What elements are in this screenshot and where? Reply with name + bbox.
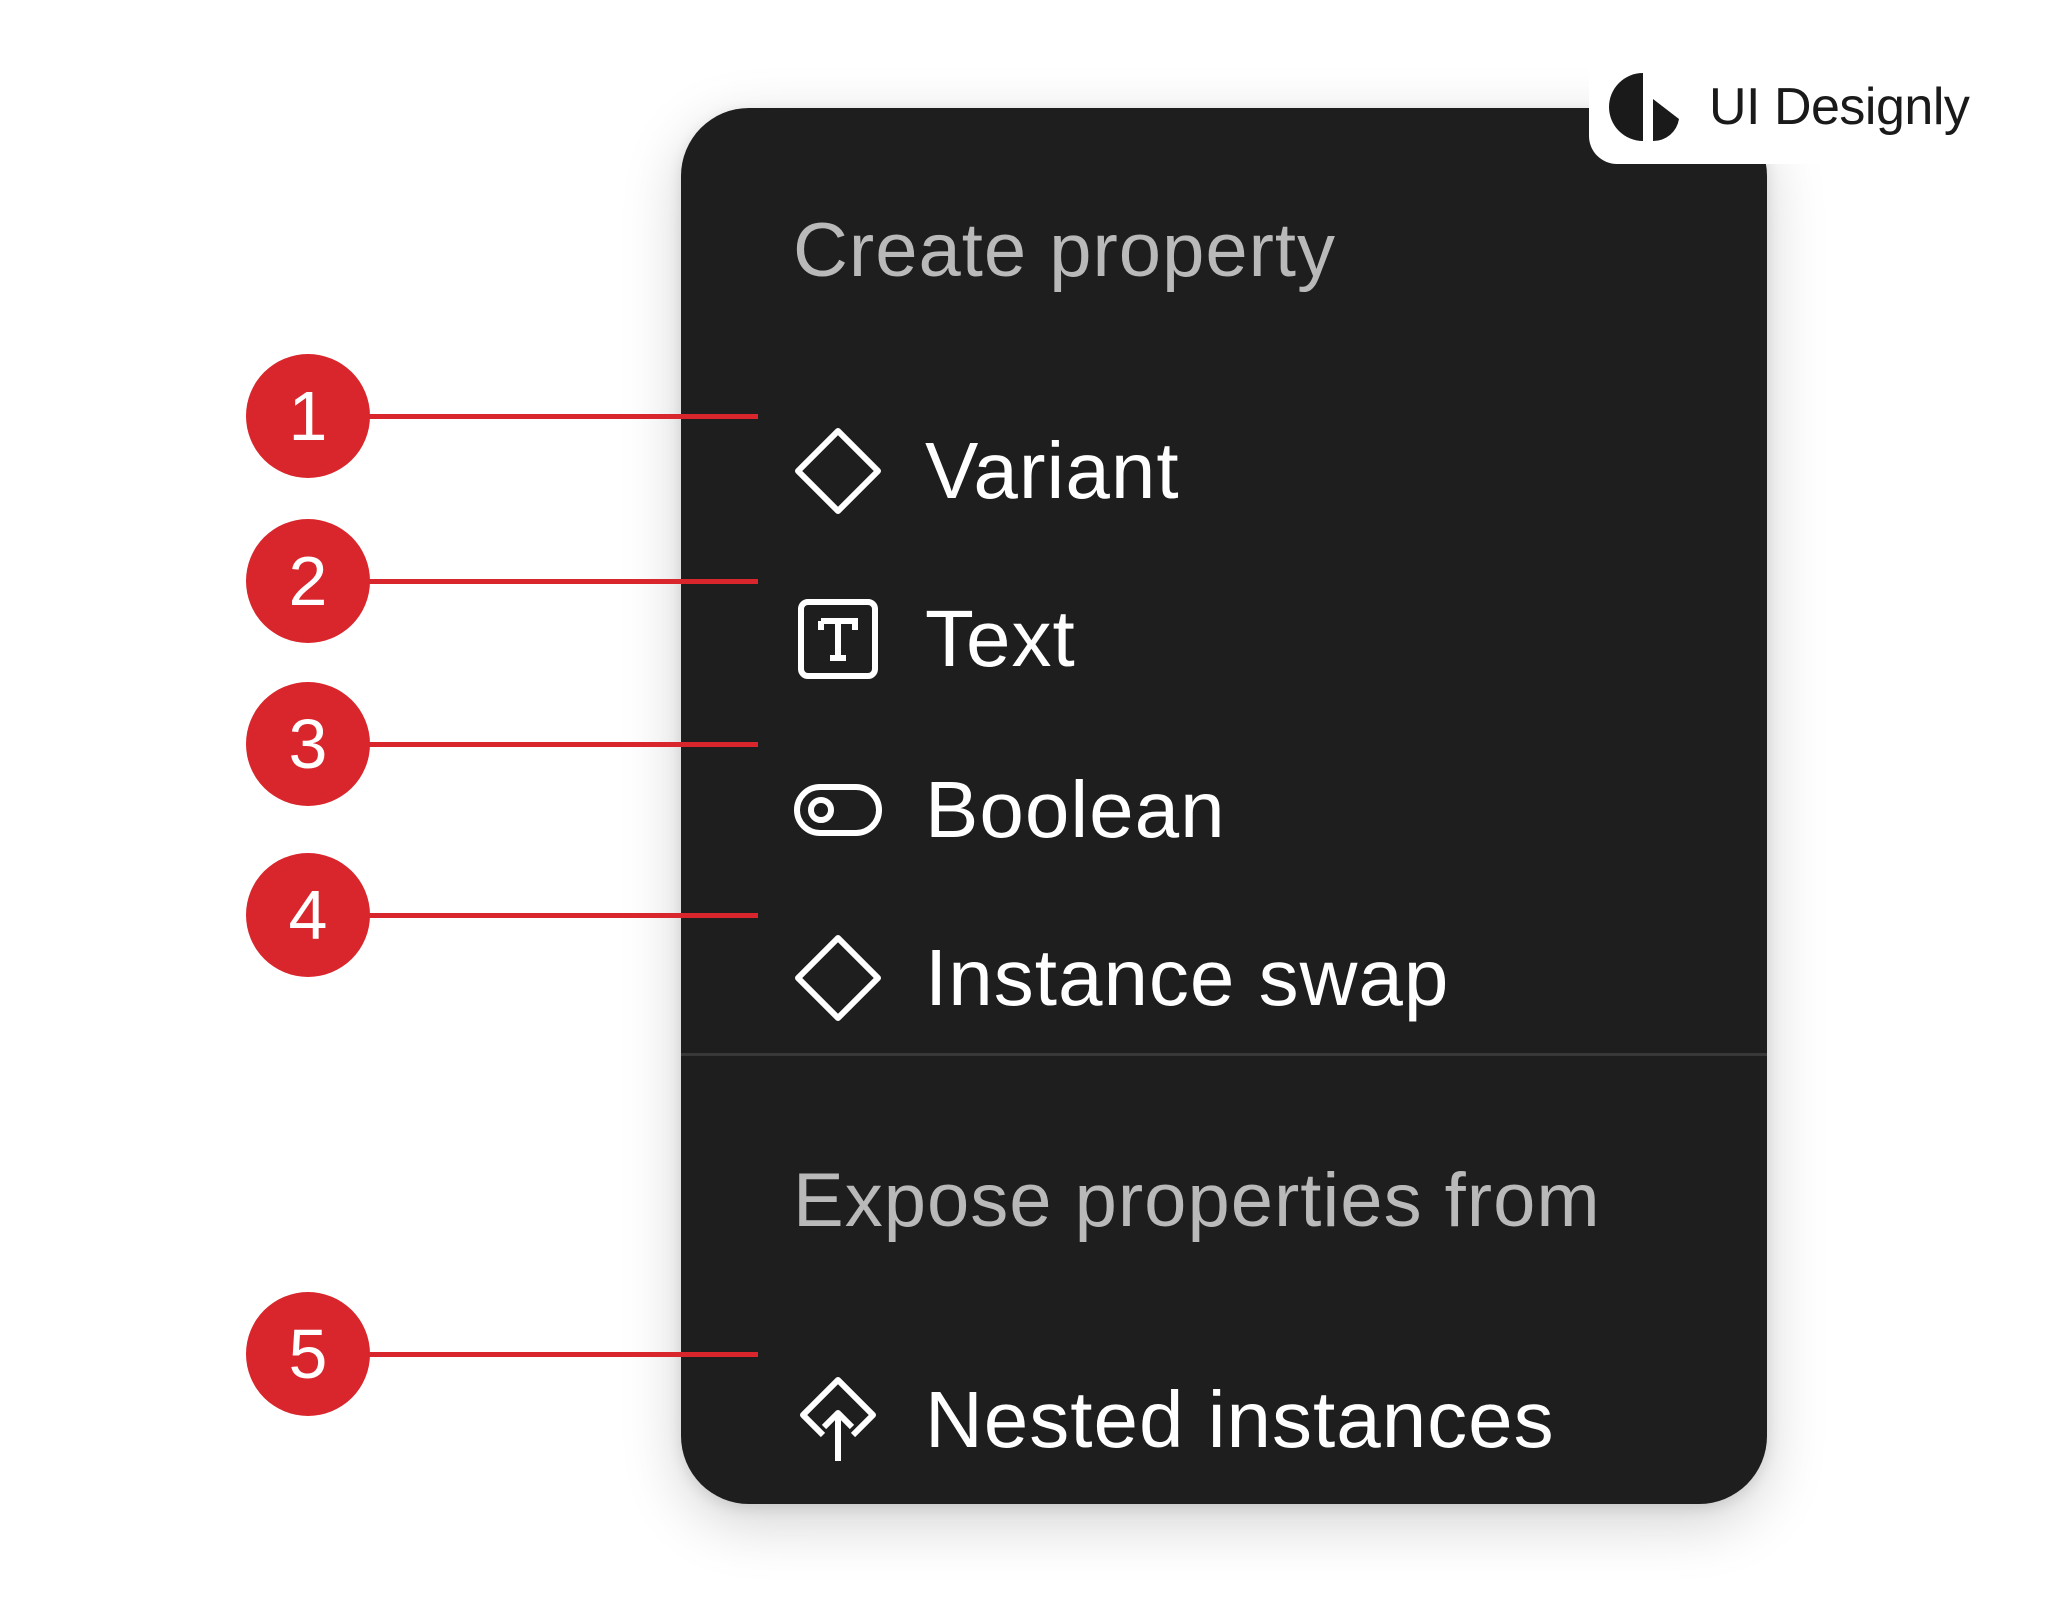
callout-line [366,1352,758,1357]
menu-item-instance-swap[interactable]: Instance swap [793,923,1693,1033]
callout-marker: 1 [246,354,370,478]
menu-item-label: Nested instances [925,1375,1555,1464]
callout-marker: 5 [246,1292,370,1416]
callout-1: 1 [246,354,758,478]
menu-item-boolean[interactable]: Boolean [793,755,1693,865]
callout-line [366,913,758,918]
create-property-menu: Create property Variant Text Boolean Ins… [681,108,1767,1504]
menu-item-label: Instance swap [925,933,1450,1022]
callout-marker: 3 [246,682,370,806]
diamond-icon [793,933,883,1023]
menu-item-label: Variant [925,426,1180,515]
callout-marker: 4 [246,853,370,977]
stage: Create property Variant Text Boolean Ins… [0,0,2048,1600]
create-property-heading: Create property [793,208,1337,293]
toggle-icon [793,765,883,855]
callout-3: 3 [246,682,758,806]
diamond-icon [793,426,883,516]
menu-divider [681,1053,1767,1056]
menu-item-label: Boolean [925,765,1226,854]
menu-item-variant[interactable]: Variant [793,416,1693,526]
diamond-arrow-up-icon [793,1375,883,1465]
menu-item-text[interactable]: Text [793,584,1693,694]
callout-marker: 2 [246,519,370,643]
text-box-icon [793,594,883,684]
expose-properties-heading: Expose properties from [793,1158,1601,1243]
brand-name: UI Designly [1709,78,1970,136]
callout-line [366,579,758,584]
callout-4: 4 [246,853,758,977]
callout-line [366,414,758,419]
menu-item-nested-instances[interactable]: Nested instances [793,1365,1693,1475]
callout-line [366,742,758,747]
callout-2: 2 [246,519,758,643]
callout-5: 5 [246,1292,758,1416]
menu-item-label: Text [925,594,1076,683]
half-circle-logo-icon [1609,69,1685,145]
brand-badge: UI Designly [1589,50,1981,164]
